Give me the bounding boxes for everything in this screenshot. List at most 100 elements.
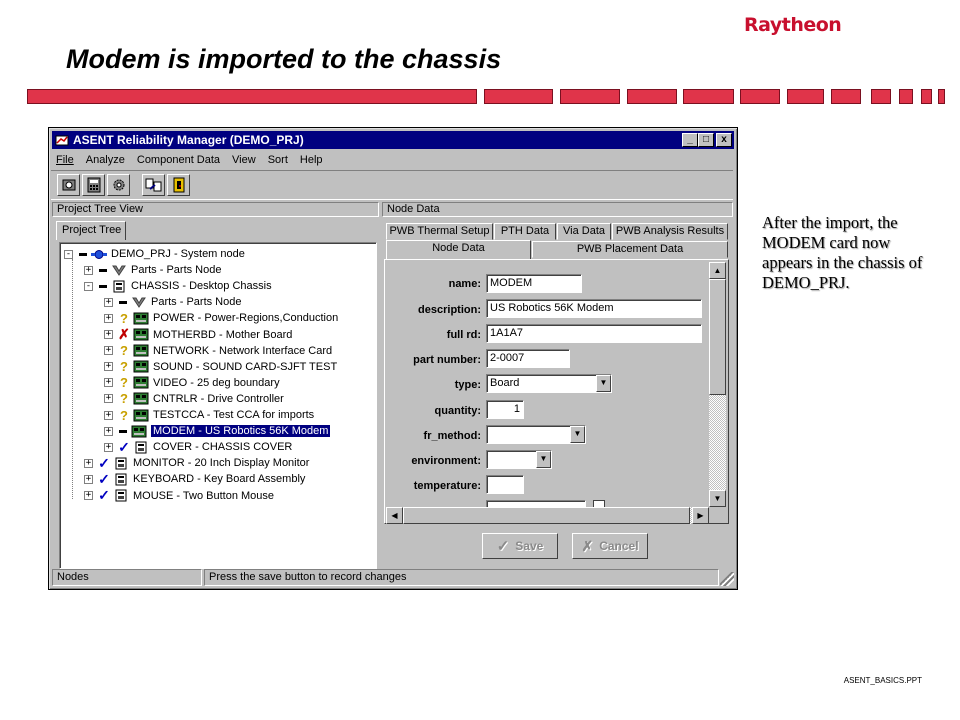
tab-pwb-thermal-setup[interactable]: PWB Thermal Setup <box>386 223 493 240</box>
expand-icon[interactable]: + <box>104 442 113 452</box>
expand-icon[interactable]: + <box>84 491 93 500</box>
scroll-thumb[interactable] <box>709 279 726 395</box>
tab-node-data[interactable]: Node Data <box>386 240 531 260</box>
temperature-field[interactable] <box>486 475 524 494</box>
menu-analyze[interactable]: Analyze <box>86 154 125 166</box>
collapse-icon[interactable]: - <box>84 281 93 291</box>
exit-button[interactable] <box>167 174 190 196</box>
minimize-button[interactable]: _ <box>682 133 698 147</box>
scroll-thumb-horizontal[interactable] <box>403 507 690 524</box>
tab-via-data[interactable]: Via Data <box>557 223 611 240</box>
scroll-left-button[interactable]: ◀ <box>386 507 403 524</box>
expand-icon[interactable]: + <box>104 378 113 388</box>
fr-method-select[interactable]: ▼ <box>486 425 586 444</box>
chevron-down-icon[interactable]: ▼ <box>536 451 551 468</box>
scroll-down-button[interactable]: ▼ <box>709 490 726 507</box>
menu-help[interactable]: Help <box>300 154 323 166</box>
tree-node[interactable]: + Parts - Parts Node <box>84 262 221 278</box>
close-button[interactable]: x <box>716 133 732 147</box>
tree-node[interactable]: +? VIDEO - 25 deg boundary <box>104 375 280 391</box>
tree-node[interactable]: + ✓ KEYBOARD - Key Board Assembly <box>84 471 305 487</box>
expand-icon[interactable]: + <box>84 458 93 468</box>
expand-icon[interactable]: + <box>104 297 113 307</box>
name-field[interactable]: MODEM <box>486 274 582 293</box>
menu-sort[interactable]: Sort <box>268 154 288 166</box>
part-number-field[interactable]: 2-0007 <box>486 349 570 368</box>
tree-node[interactable]: + MODEM - US Robotics 56K Modem <box>104 423 331 439</box>
settings-button[interactable] <box>107 174 130 196</box>
tab-pwb-analysis-results[interactable]: PWB Analysis Results <box>612 223 728 240</box>
quantity-field[interactable]: 1 <box>486 400 524 419</box>
chevron-down-icon[interactable]: ▼ <box>596 375 611 392</box>
temperature-label: temperature: <box>413 480 481 492</box>
calculator-icon <box>87 177 100 193</box>
tree-node-label: CNTRLR - Drive Controller <box>153 392 284 405</box>
tree-node[interactable]: + ✓ COVER - CHASSIS COVER <box>104 439 292 455</box>
tree-node[interactable]: + ✗ MOTHERBD - Mother Board <box>104 326 292 343</box>
tree-node[interactable]: + ✓ MOUSE - Two Button Mouse <box>84 487 275 504</box>
tree-node[interactable]: + Parts - Parts Node <box>104 294 241 310</box>
description-field[interactable]: US Robotics 56K Modem <box>486 299 702 318</box>
menu-component-data[interactable]: Component Data <box>137 154 220 166</box>
question-icon: ? <box>120 310 128 326</box>
calculator-button[interactable] <box>82 174 105 196</box>
window-titlebar[interactable]: ASENT Reliability Manager (DEMO_PRJ) _ □… <box>52 131 734 149</box>
checkmark-icon: ✓ <box>98 454 110 471</box>
tree-node-label: TESTCCA - Test CCA for imports <box>153 409 315 421</box>
expand-icon[interactable]: + <box>104 426 113 436</box>
tree-node-label: SOUND - SOUND CARD-SJFT TEST <box>153 360 338 373</box>
tree-node[interactable]: + ✓ MONITOR - 20 Inch Display Monitor <box>84 455 309 471</box>
tree-node[interactable]: +? CNTRLR - Drive Controller <box>104 391 284 407</box>
save-button[interactable]: ✓ Save <box>482 533 558 559</box>
left-panel-header: Project Tree View <box>52 202 379 217</box>
resize-grip-icon[interactable] <box>720 572 734 586</box>
maximize-button[interactable]: □ <box>698 133 714 147</box>
tab-project-tree[interactable]: Project Tree <box>56 221 126 240</box>
collapse-icon[interactable]: - <box>64 249 73 259</box>
horizontal-scrollbar[interactable]: ◀ ▶ <box>386 507 709 524</box>
tree-node[interactable]: - CHASSIS - Desktop Chassis <box>84 278 272 294</box>
tree-node[interactable]: +? NETWORK - Network Interface Card <box>104 343 332 359</box>
expand-icon[interactable]: + <box>104 346 113 356</box>
board-icon <box>133 392 149 405</box>
expand-icon[interactable]: + <box>104 313 113 323</box>
expand-icon[interactable]: + <box>104 362 113 372</box>
tree-node[interactable]: +? SOUND - SOUND CARD-SJFT TEST <box>104 359 337 375</box>
menu-view[interactable]: View <box>232 154 256 166</box>
system-icon <box>91 248 107 261</box>
menu-file[interactable]: File <box>56 154 74 166</box>
import-button[interactable] <box>142 174 165 196</box>
description-label: description: <box>418 304 481 316</box>
tab-pwb-placement-data[interactable]: PWB Placement Data <box>532 241 728 258</box>
gear-icon <box>113 179 124 191</box>
tree-node[interactable]: +? TESTCCA - Test CCA for imports <box>104 407 314 423</box>
tree-node-label: MONITOR - 20 Inch Display Monitor <box>133 457 310 470</box>
tree-node[interactable]: - DEMO_PRJ - System node <box>64 246 245 262</box>
vertical-scrollbar[interactable]: ▲ ▼ <box>709 262 726 507</box>
expand-icon[interactable]: + <box>84 474 93 484</box>
status-message: Press the save button to record changes <box>204 569 719 586</box>
expand-icon[interactable]: + <box>104 410 113 420</box>
app-icon <box>55 135 69 146</box>
full-rd-field[interactable]: 1A1A7 <box>486 324 702 343</box>
tree-node[interactable]: +? POWER - Power-Regions,Conduction <box>104 310 338 326</box>
chassis-icon <box>113 489 129 502</box>
scroll-up-button[interactable]: ▲ <box>709 262 726 279</box>
tab-pth-data[interactable]: PTH Data <box>494 223 556 240</box>
window-title: ASENT Reliability Manager (DEMO_PRJ) <box>73 133 304 147</box>
type-select[interactable]: Board ▼ <box>486 374 612 393</box>
expand-icon[interactable]: + <box>104 330 113 339</box>
environment-select[interactable]: ▼ <box>486 450 552 469</box>
tree-node-label: MOUSE - Two Button Mouse <box>133 489 275 502</box>
cancel-button[interactable]: ✗ Cancel <box>572 533 648 559</box>
expand-icon[interactable]: + <box>84 265 93 275</box>
tree-node-label: NETWORK - Network Interface Card <box>153 344 333 357</box>
project-tree[interactable]: - DEMO_PRJ - System node + Parts - Parts No… <box>59 242 377 569</box>
board-icon <box>131 425 147 438</box>
scroll-right-button[interactable]: ▶ <box>692 507 709 524</box>
expand-icon[interactable]: + <box>104 394 113 404</box>
project-button[interactable] <box>57 174 80 196</box>
chassis-icon <box>133 441 149 454</box>
chevron-down-icon[interactable]: ▼ <box>570 426 585 443</box>
board-icon <box>133 376 149 389</box>
